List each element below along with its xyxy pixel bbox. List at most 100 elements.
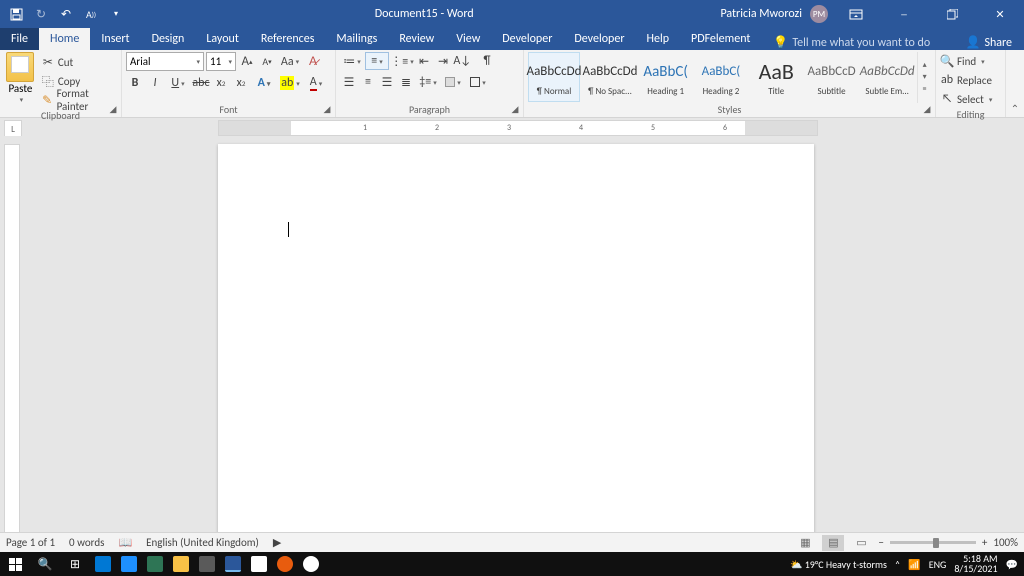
select-button[interactable]: ↖Select▾ [940,90,992,108]
tab-insert[interactable]: Insert [90,28,140,50]
bold-button[interactable]: B [126,74,144,92]
taskbar-app[interactable] [142,552,168,576]
clock[interactable]: 5:18 AM 8/15/2021 [954,554,997,574]
tab-layout[interactable]: Layout [195,28,250,50]
tab-review[interactable]: Review [388,28,445,50]
subscript-button[interactable]: x2 [212,74,230,92]
minimize-button[interactable]: ─ [884,0,924,28]
clear-formatting-button[interactable]: A̷ [304,53,322,71]
chevron-up-icon[interactable]: ▴ [918,60,931,72]
show-marks-button[interactable]: ¶ [478,52,496,70]
tab-references[interactable]: References [250,28,326,50]
superscript-button[interactable]: x2 [232,74,250,92]
format-painter-button[interactable]: ✎Format Painter [41,91,117,109]
style-normal[interactable]: AaBbCcDd¶ Normal [528,52,580,102]
tab-design[interactable]: Design [141,28,196,50]
word-count[interactable]: 0 words [69,536,104,549]
styles-gallery[interactable]: AaBbCcDd¶ Normal AaBbCcDd¶ No Spac... Aa… [528,52,931,103]
repeat-icon[interactable]: ↻ [29,2,53,26]
underline-button[interactable]: U▾ [166,74,190,92]
style-heading2[interactable]: AaBbC(Heading 2 [695,52,746,102]
zoom-in-button[interactable]: + [982,536,987,549]
align-right-button[interactable]: ☰ [378,73,396,91]
tab-mailings[interactable]: Mailings [325,28,388,50]
zoom-slider[interactable] [890,541,976,544]
paste-button[interactable]: Paste ▾ [4,52,37,104]
tab-developer[interactable]: Developer [491,28,563,50]
font-dialog-launcher[interactable]: ◢ [321,103,333,115]
align-left-button[interactable]: ☰ [340,73,358,91]
share-button[interactable]: 👤 Share [953,35,1024,50]
cut-button[interactable]: ✂Cut [41,53,117,71]
qat-customize-icon[interactable]: ▾ [104,2,128,26]
shading-button[interactable]: ▾ [441,73,465,91]
style-subtle-emphasis[interactable]: AaBbCcDdSubtle Em... [861,52,913,102]
document-page[interactable] [218,144,814,544]
web-layout-button[interactable]: ▭ [850,535,872,551]
change-case-button[interactable]: Aa▾ [278,53,302,71]
avatar[interactable]: PM [810,5,828,23]
sort-button[interactable]: A↓▾ [453,52,477,70]
macro-icon[interactable]: ▶ [273,536,281,549]
borders-button[interactable]: ▾ [466,73,490,91]
read-mode-button[interactable]: ▦ [794,535,816,551]
proofing-icon[interactable]: 📖 [118,536,132,549]
styles-more-icon[interactable]: ≡ [918,84,931,96]
clipboard-dialog-launcher[interactable]: ◢ [107,103,119,115]
zoom-level[interactable]: 100% [993,536,1018,549]
replace-button[interactable]: abReplace [940,71,992,89]
tab-file[interactable]: File [0,28,39,50]
close-button[interactable]: ✕ [980,0,1020,28]
italic-button[interactable]: I [146,74,164,92]
task-view-button[interactable]: ⊞ [60,552,90,576]
touch-mode-icon[interactable]: A)) [79,2,103,26]
tab-pdfelement[interactable]: PDFelement [680,28,761,50]
styles-dialog-launcher[interactable]: ◢ [921,103,933,115]
taskbar-app[interactable] [246,552,272,576]
tab-view[interactable]: View [445,28,491,50]
font-size-combo[interactable]: 11▾ [206,52,236,71]
taskbar-app[interactable] [90,552,116,576]
taskbar-app[interactable] [298,552,324,576]
vertical-ruler[interactable] [4,144,20,544]
collapse-ribbon-button[interactable]: ⌃ [1006,50,1024,117]
search-button[interactable]: 🔍 [30,552,60,576]
text-effects-button[interactable]: A▾ [252,74,276,92]
font-name-combo[interactable]: Arial▾ [126,52,204,71]
line-spacing-button[interactable]: ‡≡▾ [416,73,440,91]
style-nospacing[interactable]: AaBbCcDd¶ No Spac... [584,52,636,102]
zoom-out-button[interactable]: − [878,536,883,549]
undo-icon[interactable]: ↶ [54,2,78,26]
grow-font-button[interactable]: A▴ [238,53,256,71]
taskbar-app[interactable] [168,552,194,576]
tab-help[interactable]: Help [636,28,681,50]
notifications-icon[interactable]: 💬 [1006,558,1018,571]
increase-indent-button[interactable]: ⇥ [434,52,452,70]
strikethrough-button[interactable]: abc [192,74,210,92]
wifi-icon[interactable]: 📶 [908,558,920,571]
find-button[interactable]: 🔍Find▾ [940,52,985,70]
weather-widget[interactable]: ⛅ 19°C Heavy t-storms [790,558,887,571]
style-heading1[interactable]: AaBbC(Heading 1 [640,52,691,102]
tell-me-search[interactable]: 💡 Tell me what you want to do [773,35,930,50]
chevron-down-icon[interactable]: ▾ [918,72,931,84]
language-indicator[interactable]: ENG [929,558,947,571]
page-number[interactable]: Page 1 of 1 [6,536,55,549]
taskbar-app[interactable] [116,552,142,576]
tab-home[interactable]: Home [39,28,90,50]
start-button[interactable] [0,552,30,576]
user-name[interactable]: Patricia Mworozi [720,7,802,21]
highlight-button[interactable]: ab▾ [278,74,302,92]
save-icon[interactable] [4,2,28,26]
tray-chevron-icon[interactable]: ˄ [895,558,900,571]
styles-scroll-buttons[interactable]: ▴▾≡ [917,52,931,103]
numbering-button[interactable]: ≡▾ [365,52,389,70]
font-color-button[interactable]: A▾ [304,74,328,92]
taskbar-app[interactable] [194,552,220,576]
tab-developer2[interactable]: Developer [563,28,635,50]
print-layout-button[interactable]: ▤ [822,535,844,551]
horizontal-ruler[interactable]: 1 2 3 4 5 6 7 [218,120,818,136]
multilevel-list-button[interactable]: ⋮≡▾ [390,52,414,70]
bullets-button[interactable]: ≔▾ [340,52,364,70]
shrink-font-button[interactable]: A▾ [258,53,276,71]
